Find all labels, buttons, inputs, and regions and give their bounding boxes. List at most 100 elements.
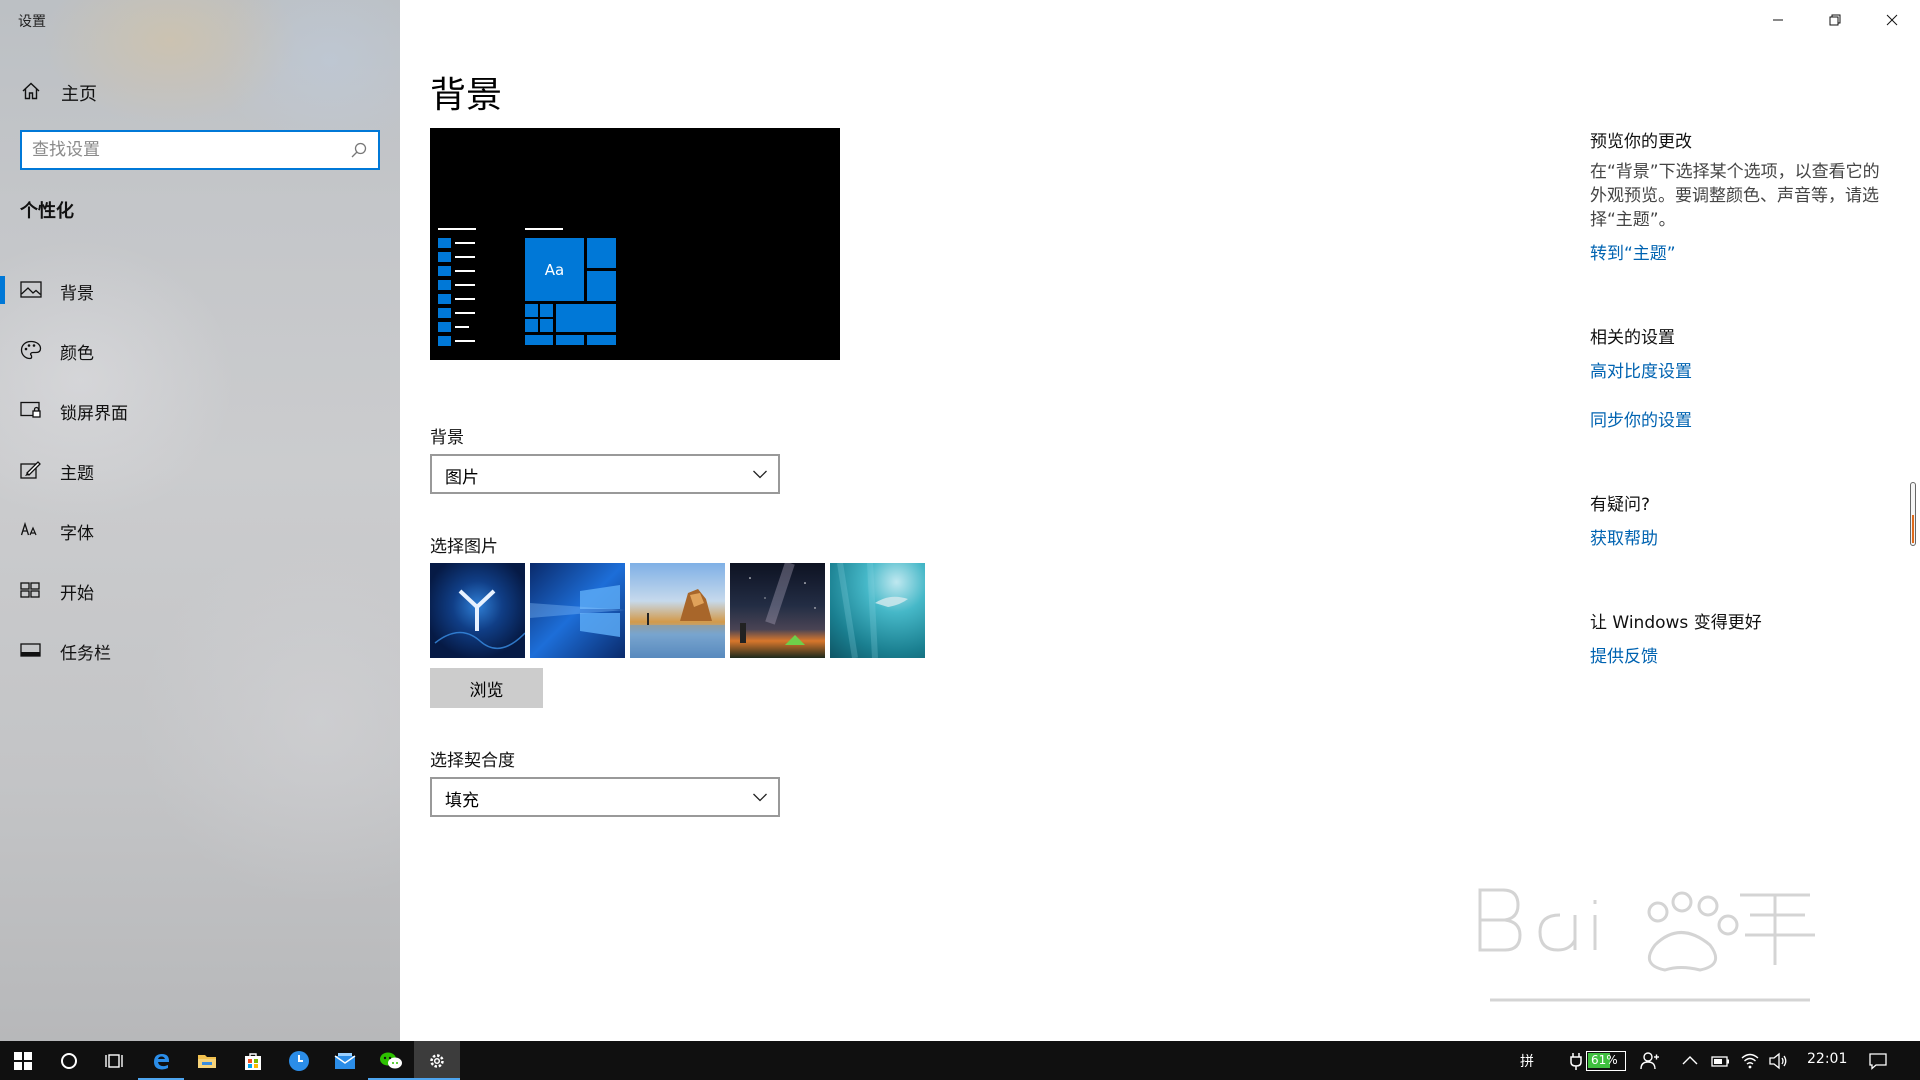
action-center-icon[interactable] [1868, 1051, 1888, 1071]
wechat-button[interactable] [368, 1041, 414, 1080]
restore-button[interactable] [1806, 0, 1863, 40]
gear-icon [430, 1053, 444, 1068]
fit-dropdown[interactable]: 填充 [430, 777, 780, 817]
preview-tile [540, 319, 553, 332]
fit-label: 选择契合度 [430, 751, 515, 771]
wifi-icon[interactable] [1740, 1051, 1760, 1071]
start-icon [20, 582, 40, 598]
preview-tile [525, 335, 553, 345]
page-title: 背景 [430, 75, 503, 116]
clock[interactable]: 22:01 [1807, 1051, 1847, 1067]
store-button[interactable] [230, 1041, 276, 1080]
app-title: 设置 [18, 14, 46, 30]
clock-app-icon [289, 1050, 309, 1071]
nav-item-label: 背景 [60, 284, 94, 304]
minimize-button[interactable] [1749, 0, 1806, 40]
picture-icon [20, 281, 42, 298]
nav-item-background[interactable]: 背景 [0, 260, 400, 320]
nav-item-label: 开始 [60, 584, 94, 604]
minimize-icon [1772, 19, 1783, 21]
picture-thumbnails [430, 563, 925, 658]
search-input[interactable] [32, 138, 332, 162]
preview-tiles-header [525, 228, 563, 230]
sidebar: 设置 主页 个性化 背景 颜色 [0, 0, 400, 1041]
ime-indicator[interactable]: 拼 [1520, 1051, 1534, 1071]
desktop-preview: Aa [430, 128, 840, 360]
go-to-themes-link[interactable]: 转到“主题” [1590, 239, 1676, 264]
close-button[interactable] [1863, 0, 1920, 40]
palette-icon [20, 340, 42, 360]
cortana-button[interactable] [46, 1041, 92, 1080]
nav-item-label: 任务栏 [60, 644, 111, 664]
underwater-image [837, 563, 908, 658]
font-icon [20, 521, 37, 536]
restore-icon [1829, 14, 1840, 26]
background-label: 背景 [430, 428, 464, 448]
search-icon[interactable] [350, 141, 368, 159]
nav-item-fonts[interactable]: 字体 [0, 500, 400, 560]
nav-home-label: 主页 [61, 84, 97, 105]
clock-app-button[interactable] [276, 1041, 322, 1080]
section-title: 个性化 [20, 201, 74, 222]
edge-icon [154, 1053, 169, 1069]
nav-item-label: 字体 [60, 524, 94, 544]
file-explorer-button[interactable] [184, 1041, 230, 1080]
browse-button[interactable]: 浏览 [430, 668, 543, 708]
nav-item-lock-screen[interactable]: 锁屏界面 [0, 380, 400, 440]
preview-tile [525, 304, 538, 317]
search-box[interactable] [20, 130, 380, 170]
picture-thumbnail[interactable] [630, 563, 725, 658]
chevron-down-icon [753, 793, 767, 802]
battery-indicator[interactable]: 61% [1586, 1051, 1626, 1071]
picture-thumbnail[interactable] [430, 563, 525, 658]
chevron-up-icon[interactable] [1680, 1051, 1700, 1071]
nav-list: 背景 颜色 锁屏界面 主题 字体 开始 任务栏 [0, 260, 400, 680]
picture-thumbnail[interactable] [830, 563, 925, 658]
background-dropdown[interactable]: 图片 [430, 454, 780, 494]
taskbar-icon [20, 643, 41, 657]
nav-item-taskbar[interactable]: 任务栏 [0, 620, 400, 680]
fit-dropdown-value: 填充 [445, 791, 479, 811]
beach-rock-image [630, 589, 725, 658]
mail-button[interactable] [322, 1041, 368, 1080]
windows-logo-image [530, 585, 625, 637]
battery-icon[interactable] [1710, 1051, 1730, 1071]
start-button[interactable] [0, 1041, 46, 1080]
get-help-link[interactable]: 获取帮助 [1590, 524, 1658, 549]
taskbar: 拼 61% 22:01 [0, 1041, 1920, 1080]
lock-screen-icon [20, 401, 41, 418]
preview-tile [540, 304, 553, 317]
related-settings-heading: 相关的设置 [1590, 328, 1675, 348]
picture-thumbnail[interactable] [530, 563, 625, 658]
folder-icon [198, 1054, 216, 1068]
nav-item-label: 主题 [60, 464, 94, 484]
volume-icon[interactable] [1768, 1051, 1788, 1071]
choose-picture-label: 选择图片 [430, 537, 498, 557]
home-icon [22, 82, 40, 100]
task-view-button[interactable] [92, 1041, 138, 1080]
settings-button[interactable] [414, 1041, 460, 1080]
preview-changes-text: 在“背景”下选择某个选项，以查看它的外观预览。要调整颜色、声音等，请选择“主题”… [1590, 162, 1880, 230]
theme-brush-icon [20, 461, 41, 479]
high-contrast-link[interactable]: 高对比度设置 [1590, 357, 1692, 382]
preview-tile [525, 319, 538, 332]
background-dropdown-value: 图片 [445, 468, 479, 488]
preview-start-header [438, 228, 476, 230]
night-sky-image [740, 563, 816, 645]
preview-tile [556, 335, 584, 345]
edge-button[interactable] [138, 1041, 184, 1080]
picture-thumbnail[interactable] [730, 563, 825, 658]
task-view-icon [105, 1053, 123, 1068]
nav-item-colors[interactable]: 颜色 [0, 320, 400, 380]
sync-settings-link[interactable]: 同步你的设置 [1590, 406, 1692, 431]
nav-item-start[interactable]: 开始 [0, 560, 400, 620]
mail-icon [334, 1052, 356, 1069]
scrollbar[interactable] [1910, 482, 1916, 546]
people-icon[interactable] [1640, 1051, 1660, 1071]
nav-item-themes[interactable]: 主题 [0, 440, 400, 500]
power-plug-icon[interactable] [1566, 1051, 1586, 1071]
give-feedback-link[interactable]: 提供反馈 [1590, 642, 1658, 667]
preview-tile [587, 238, 616, 268]
close-icon [1886, 14, 1897, 26]
nav-home[interactable]: 主页 [0, 74, 400, 110]
